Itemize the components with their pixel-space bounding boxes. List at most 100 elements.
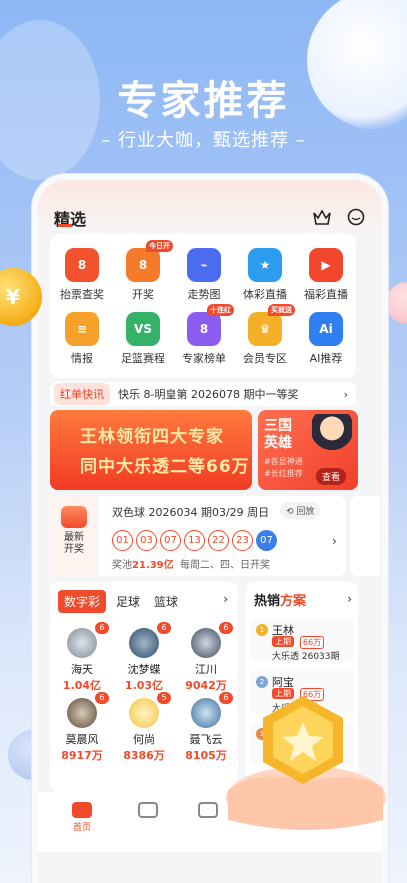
grid-label: 情报: [71, 352, 93, 365]
expert-count: 5: [157, 692, 171, 704]
expert-count: 6: [157, 622, 171, 634]
vip-icon: ♛ 买就送: [248, 304, 295, 346]
expert-name: 江川: [195, 663, 217, 676]
medal-icon: 2: [256, 676, 268, 688]
grid-item-trend[interactable]: ⌁ 走势图: [174, 248, 234, 302]
video-icon: [61, 506, 87, 528]
expert-name: 莫晨风: [65, 733, 99, 746]
expert-name: 何尚: [133, 733, 155, 746]
nav-score[interactable]: [128, 802, 168, 818]
grid-label: 抬票查奖: [60, 288, 104, 301]
welfare-live-icon: ▶: [309, 248, 343, 282]
grid-label: 福彩直播: [304, 288, 348, 301]
chevron-right-icon[interactable]: ›: [332, 534, 337, 548]
red-ball: 07: [160, 530, 181, 551]
grid-item-ranking[interactable]: 8 十连红 专家榜单: [174, 304, 234, 366]
next-draw-card[interactable]: [350, 496, 380, 576]
grid-tag: 今日开: [146, 240, 173, 252]
ticker-badge: 红单快讯: [54, 383, 110, 405]
intel-icon: ≡: [65, 312, 99, 346]
news-ticker[interactable]: 红单快讯 快乐 8-明皇第 2026078 期中一等奖 ›: [50, 382, 356, 406]
tab-basketball[interactable]: 篮球: [154, 593, 178, 610]
expert-count: 6: [95, 622, 109, 634]
expert-card[interactable]: 5 何尚 8386万: [116, 692, 172, 763]
grid-item-ai[interactable]: Ai AI推荐: [296, 312, 356, 366]
grid-tag: 买就送: [268, 304, 295, 316]
side-banner-tag: #各显神通: [264, 457, 303, 466]
grid-label: 足篮赛程: [121, 352, 165, 365]
ranking-icon: 8 十连红: [187, 304, 234, 346]
chat-icon[interactable]: [346, 208, 366, 226]
feature-grid: 8 抬票查奖 8 今日开 开奖 ⌁ 走势图 ★ 体彩直播 ▶ 福彩直播 ≡ 情报 VS 足篮赛程…: [50, 234, 356, 378]
app-header: 精选: [38, 180, 382, 230]
banner-line2: 同中大乐透二等66万: [80, 457, 250, 477]
latest-label: 最新: [64, 532, 84, 543]
prize-pool: 奖池21.39亿 每周二、四、日开奖: [112, 556, 270, 571]
schedule-icon: VS: [126, 312, 160, 346]
avatar: 6: [191, 692, 233, 728]
hot-title-accent: 方案: [280, 594, 307, 609]
medal-icon: 1: [256, 624, 268, 636]
draw-balls: 01 03 07 13 22 23 07: [112, 530, 277, 551]
hot-plan-value: 66万: [300, 636, 325, 649]
grid-item-welfare-live[interactable]: ▶ 福彩直播: [296, 248, 356, 302]
replay-icon: ⟲: [286, 507, 294, 517]
avatar: 6: [129, 622, 171, 658]
grid-item-schedule[interactable]: VS 足篮赛程: [113, 312, 173, 366]
pool-prefix: 奖池: [112, 560, 132, 571]
grid-label: 体彩直播: [243, 288, 287, 301]
expert-card[interactable]: 6 海天 1.04亿: [54, 622, 110, 693]
ticket-icon: 8: [65, 248, 99, 282]
expert-value: 8917万: [61, 749, 103, 762]
character-illustration: [312, 414, 352, 462]
draw-label: 开奖: [64, 544, 84, 555]
score-icon: [138, 802, 158, 818]
title-underline: [58, 224, 72, 227]
hot-plan-badge: 上期: [272, 636, 294, 647]
side-banner[interactable]: 三国英雄 #各显神通 #长红推荐 查看: [258, 410, 358, 490]
promo-banner[interactable]: 王林领衔四大专家 同中大乐透二等66万: [50, 410, 252, 490]
side-banner-title: 三国英雄: [264, 418, 292, 451]
chevron-right-icon[interactable]: ›: [223, 592, 228, 606]
expert-card[interactable]: 6 莫晨风 8917万: [54, 692, 110, 763]
view-button[interactable]: 查看: [316, 468, 347, 485]
nav-home[interactable]: 首页: [62, 802, 102, 833]
hot-title-main: 热销: [254, 594, 281, 609]
expert-count: 6: [219, 622, 233, 634]
replay-button[interactable]: ⟲ 回放: [280, 502, 321, 519]
expert-value: 8386万: [123, 749, 165, 762]
community-icon: [198, 802, 218, 818]
hot-plan-row[interactable]: 1 王林 上期 66万 大乐透 26033期: [250, 618, 354, 662]
avatar: 6: [191, 622, 233, 658]
grid-label: 会员专区: [243, 352, 287, 365]
draw-title: 双色球 2026034 期03/29 周日: [112, 506, 270, 519]
blue-ball: 07: [256, 530, 277, 551]
red-ball: 03: [136, 530, 157, 551]
latest-draw-card[interactable]: 最新 开奖 双色球 2026034 期03/29 周日 ⟲ 回放 01 03 0…: [50, 496, 346, 576]
grid-item-draw[interactable]: 8 今日开 开奖: [113, 240, 173, 302]
expert-name: 海天: [71, 663, 93, 676]
expert-card[interactable]: 6 江川 9042万: [178, 622, 234, 693]
expert-count: 6: [95, 692, 109, 704]
hot-plan-desc: 大乐透 26033期: [272, 652, 340, 662]
red-ball: 22: [208, 530, 229, 551]
hero-subline: – 行业大咖，甄选推荐 –: [101, 130, 306, 151]
ai-icon: Ai: [309, 312, 343, 346]
banner-line1: 王林领衔四大专家: [80, 427, 224, 447]
lottery-tabs: 数字彩 足球 篮球: [58, 590, 192, 613]
tab-digital[interactable]: 数字彩: [58, 590, 107, 613]
side-banner-tag: #长红推荐: [264, 469, 303, 478]
chevron-right-icon[interactable]: ›: [347, 592, 352, 606]
grid-item-intel[interactable]: ≡ 情报: [52, 312, 112, 366]
grid-item-sports-live[interactable]: ★ 体彩直播: [235, 248, 295, 302]
crown-icon[interactable]: [312, 208, 332, 226]
grid-item-check-ticket[interactable]: 8 抬票查奖: [52, 248, 112, 302]
tab-football[interactable]: 足球: [116, 593, 140, 610]
replay-label: 回放: [296, 507, 315, 517]
avatar: 6: [67, 692, 109, 728]
latest-draw-tab[interactable]: 最新 开奖: [50, 496, 98, 576]
expert-card[interactable]: 6 沈梦蝶 1.03亿: [116, 622, 172, 693]
grid-item-vip[interactable]: ♛ 买就送会员专区: [235, 304, 295, 366]
expert-panel: 数字彩 足球 篮球 › 6 海天 1.04亿 6 沈梦蝶 1.03亿 6 江川 9042万 …: [50, 582, 238, 792]
grid-label: 走势图: [187, 288, 221, 301]
